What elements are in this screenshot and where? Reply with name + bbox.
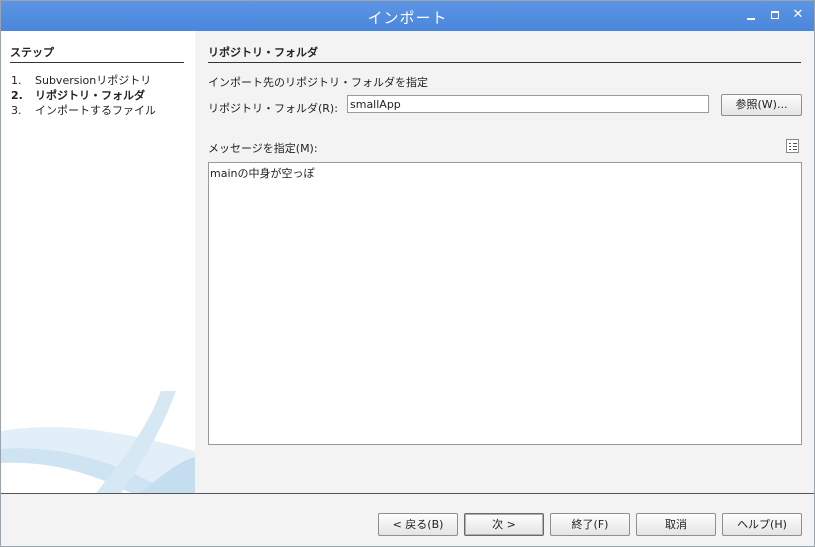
repository-folder-input[interactable] xyxy=(347,95,709,113)
step-item-1: 1. Subversionリポジトリ xyxy=(11,72,151,88)
folder-label: リポジトリ・フォルダ(R): xyxy=(208,102,338,115)
main-panel: リポジトリ・フォルダ インポート先のリポジトリ・フォルダを指定 リポジトリ・フォ… xyxy=(195,31,814,493)
browse-button[interactable]: 参照(W)... xyxy=(721,94,802,116)
section-description: インポート先のリポジトリ・フォルダを指定 xyxy=(208,76,428,89)
section-title: リポジトリ・フォルダ xyxy=(208,44,801,63)
import-dialog: インポート ✕ ステップ 1. Subversionリポジトリ 2. リポジトリ・フ… xyxy=(0,0,815,547)
step-label: リポジトリ・フォルダ xyxy=(35,89,145,102)
step-label: Subversionリポジトリ xyxy=(35,74,152,87)
minimize-icon[interactable] xyxy=(744,8,758,22)
step-number: 2. xyxy=(11,89,23,102)
step-number: 3. xyxy=(11,104,22,117)
step-item-2: 2. リポジトリ・フォルダ xyxy=(11,87,145,103)
message-label: メッセージを指定(M): xyxy=(208,142,318,155)
back-button[interactable]: < 戻る(B) xyxy=(378,513,458,536)
next-button[interactable]: 次 > xyxy=(464,513,544,536)
help-button[interactable]: ヘルプ(H) xyxy=(722,513,802,536)
step-item-3: 3. インポートするファイル xyxy=(11,102,156,118)
step-number: 1. xyxy=(11,74,22,87)
button-bar: < 戻る(B) 次 > 終了(F) 取消 ヘルプ(H) xyxy=(1,493,814,546)
window-title: インポート xyxy=(367,9,448,27)
steps-panel: ステップ 1. Subversionリポジトリ 2. リポジトリ・フォルダ 3. イン… xyxy=(1,31,195,493)
finish-button[interactable]: 終了(F) xyxy=(550,513,630,536)
history-list-icon[interactable] xyxy=(786,139,799,153)
step-label: インポートするファイル xyxy=(35,104,156,117)
swoosh-graphic xyxy=(1,391,195,493)
maximize-icon[interactable] xyxy=(768,8,782,22)
cancel-button[interactable]: 取消 xyxy=(636,513,716,536)
title-bar[interactable]: インポート ✕ xyxy=(1,1,814,31)
commit-message-textarea[interactable]: mainの中身が空っぽ xyxy=(208,162,802,445)
steps-header: ステップ xyxy=(10,44,184,63)
close-icon[interactable]: ✕ xyxy=(791,8,805,22)
